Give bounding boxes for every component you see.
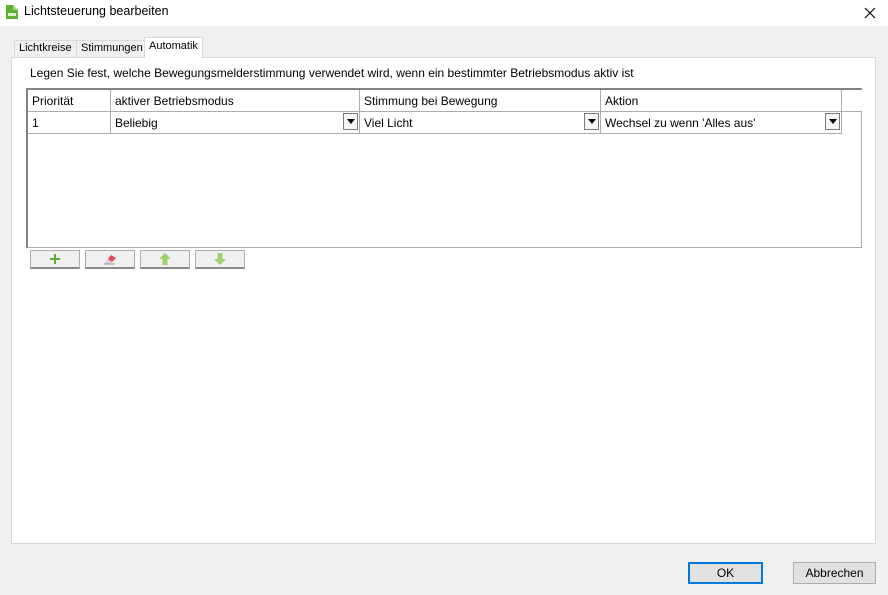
- close-button[interactable]: [852, 0, 888, 26]
- delete-row-button[interactable]: [85, 250, 135, 269]
- window-title: Lichtsteuerung bearbeiten: [24, 4, 169, 18]
- add-row-button[interactable]: [30, 250, 80, 269]
- column-header-priority[interactable]: Priorität: [28, 90, 111, 112]
- column-header-action[interactable]: Aktion: [601, 90, 842, 112]
- arrow-down-icon: [214, 253, 226, 265]
- action-combobox[interactable]: Wechsel zu wenn 'Alles aus': [601, 112, 842, 134]
- column-header-mode[interactable]: aktiver Betriebsmodus: [111, 90, 360, 112]
- plus-icon: [50, 254, 60, 264]
- close-icon: [864, 7, 876, 19]
- tab-stimmungen[interactable]: Stimmungen: [76, 40, 148, 57]
- mode-combobox[interactable]: Beliebig: [111, 112, 360, 134]
- priority-value: 1: [32, 116, 39, 130]
- mode-dropdown-button[interactable]: [343, 113, 358, 130]
- eraser-icon: [104, 255, 116, 265]
- move-down-button[interactable]: [195, 250, 245, 269]
- mode-value: Beliebig: [115, 116, 158, 130]
- app-logo-icon: [6, 5, 18, 19]
- chevron-down-icon: [346, 119, 355, 124]
- action-dropdown-button[interactable]: [825, 113, 840, 130]
- title-bar: Lichtsteuerung bearbeiten: [0, 0, 888, 26]
- arrow-up-icon: [159, 253, 171, 265]
- mood-combobox[interactable]: Viel Licht: [360, 112, 601, 134]
- column-header-filler: [842, 90, 862, 112]
- chevron-down-icon: [828, 119, 837, 124]
- action-value: Wechsel zu wenn 'Alles aus': [605, 116, 756, 130]
- description-text: Legen Sie fest, welche Bewegungsmelderst…: [30, 66, 634, 80]
- mood-dropdown-button[interactable]: [584, 113, 599, 130]
- ok-button[interactable]: OK: [688, 562, 763, 584]
- rules-table: Priorität aktiver Betriebsmodus Stimmung…: [26, 88, 862, 248]
- move-up-button[interactable]: [140, 250, 190, 269]
- tab-lichtkreise[interactable]: Lichtkreise: [14, 40, 77, 57]
- tab-automatik[interactable]: Automatik: [144, 37, 203, 58]
- column-header-mood[interactable]: Stimmung bei Bewegung: [360, 90, 601, 112]
- mood-value: Viel Licht: [364, 116, 413, 130]
- cancel-button[interactable]: Abbrechen: [793, 562, 876, 584]
- chevron-down-icon: [587, 119, 596, 124]
- table-cell-priority[interactable]: 1: [28, 112, 111, 134]
